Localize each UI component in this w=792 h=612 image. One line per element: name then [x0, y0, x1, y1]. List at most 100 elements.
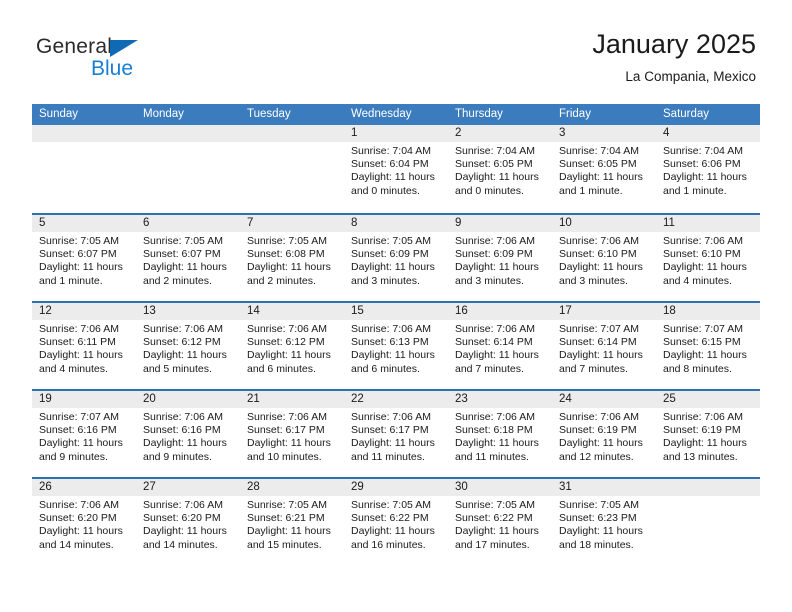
calendar-day-cell[interactable]: 30 Sunrise: 7:05 AM Sunset: 6:22 PM Dayligh…: [448, 479, 552, 565]
sunrise-text: Sunrise: 7:05 AM: [39, 235, 119, 247]
sunrise-text: Sunrise: 7:06 AM: [559, 411, 639, 423]
weekday-header-saturday: Saturday: [663, 108, 710, 120]
sunset-text: Sunset: 6:11 PM: [39, 336, 116, 349]
calendar-day-cell[interactable]: 19 Sunrise: 7:07 AM Sunset: 6:16 PM Dayligh…: [32, 391, 136, 477]
sunrise-text: Sunrise: 7:06 AM: [143, 323, 223, 335]
sunset-text: Sunset: 6:09 PM: [351, 248, 429, 261]
daylight-text-line1: Daylight: 11 hours: [559, 349, 643, 362]
calendar-day-cell[interactable]: 27 Sunrise: 7:06 AM Sunset: 6:20 PM Dayligh…: [136, 479, 240, 565]
day-details: Sunrise: 7:06 AM Sunset: 6:14 PM Daylight:…: [448, 320, 552, 376]
calendar-day-cell-empty: [136, 125, 240, 213]
day-number: 22: [344, 391, 448, 408]
calendar-day-cell[interactable]: 24 Sunrise: 7:06 AM Sunset: 6:19 PM Dayligh…: [552, 391, 656, 477]
calendar-day-cell[interactable]: 16 Sunrise: 7:06 AM Sunset: 6:14 PM Dayligh…: [448, 303, 552, 389]
calendar-day-cell[interactable]: 31 Sunrise: 7:05 AM Sunset: 6:23 PM Dayligh…: [552, 479, 656, 565]
day-details: Sunrise: 7:04 AM Sunset: 6:05 PM Daylight:…: [448, 142, 552, 198]
triangle-icon: [110, 40, 138, 57]
daylight-text-line2: and 3 minutes.: [559, 274, 628, 287]
calendar-day-cell[interactable]: 23 Sunrise: 7:06 AM Sunset: 6:18 PM Dayligh…: [448, 391, 552, 477]
daylight-text-line1: Daylight: 11 hours: [455, 437, 539, 450]
daylight-text-line2: and 14 minutes.: [143, 538, 218, 551]
weekday-header-row: Sunday Monday Tuesday Wednesday Thursday…: [32, 104, 760, 125]
sunrise-text: Sunrise: 7:06 AM: [247, 411, 327, 423]
sunrise-text: Sunrise: 7:06 AM: [247, 323, 327, 335]
calendar-day-cell[interactable]: 14 Sunrise: 7:06 AM Sunset: 6:12 PM Dayligh…: [240, 303, 344, 389]
day-details: Sunrise: 7:05 AM Sunset: 6:21 PM Daylight:…: [240, 496, 344, 552]
day-details: Sunrise: 7:05 AM Sunset: 6:07 PM Daylight:…: [32, 232, 136, 288]
daylight-text-line1: Daylight: 11 hours: [559, 525, 643, 538]
calendar-day-cell[interactable]: 25 Sunrise: 7:06 AM Sunset: 6:19 PM Dayligh…: [656, 391, 760, 477]
day-number: [240, 125, 344, 142]
daylight-text-line1: Daylight: 11 hours: [559, 171, 643, 184]
daylight-text-line2: and 18 minutes.: [559, 538, 634, 551]
calendar-day-cell[interactable]: 13 Sunrise: 7:06 AM Sunset: 6:12 PM Dayligh…: [136, 303, 240, 389]
calendar-day-cell[interactable]: 12 Sunrise: 7:06 AM Sunset: 6:11 PM Dayligh…: [32, 303, 136, 389]
calendar-day-cell[interactable]: 8 Sunrise: 7:05 AM Sunset: 6:09 PM Daylight…: [344, 215, 448, 301]
day-number: 26: [32, 479, 136, 496]
daylight-text-line1: Daylight: 11 hours: [455, 171, 539, 184]
sunset-text: Sunset: 6:16 PM: [143, 424, 221, 437]
calendar-week-row: 26 Sunrise: 7:06 AM Sunset: 6:20 PM Dayligh…: [32, 477, 760, 565]
day-number: 5: [32, 215, 136, 232]
calendar-day-cell[interactable]: 5 Sunrise: 7:05 AM Sunset: 6:07 PM Daylight…: [32, 215, 136, 301]
day-number: 13: [136, 303, 240, 320]
brand-name-blue: Blue: [91, 57, 134, 80]
calendar-day-cell[interactable]: 11 Sunrise: 7:06 AM Sunset: 6:10 PM Dayligh…: [656, 215, 760, 301]
day-details: Sunrise: 7:05 AM Sunset: 6:07 PM Daylight:…: [136, 232, 240, 288]
day-number: 31: [552, 479, 656, 496]
sunrise-text: Sunrise: 7:06 AM: [351, 323, 431, 335]
daylight-text-line2: and 14 minutes.: [39, 538, 114, 551]
calendar-day-cell[interactable]: 10 Sunrise: 7:06 AM Sunset: 6:10 PM Dayligh…: [552, 215, 656, 301]
calendar-day-cell[interactable]: 20 Sunrise: 7:06 AM Sunset: 6:16 PM Dayligh…: [136, 391, 240, 477]
calendar-day-cell[interactable]: 26 Sunrise: 7:06 AM Sunset: 6:20 PM Dayligh…: [32, 479, 136, 565]
calendar-day-cell[interactable]: 6 Sunrise: 7:05 AM Sunset: 6:07 PM Daylight…: [136, 215, 240, 301]
calendar-day-cell[interactable]: 1 Sunrise: 7:04 AM Sunset: 6:04 PM Daylight…: [344, 125, 448, 213]
daylight-text-line2: and 1 minute.: [559, 184, 623, 197]
sunset-text: Sunset: 6:22 PM: [351, 512, 429, 525]
day-number: 18: [656, 303, 760, 320]
day-number: 24: [552, 391, 656, 408]
calendar-day-cell[interactable]: 17 Sunrise: 7:07 AM Sunset: 6:14 PM Dayligh…: [552, 303, 656, 389]
sunset-text: Sunset: 6:17 PM: [247, 424, 325, 437]
calendar-day-cell[interactable]: 3 Sunrise: 7:04 AM Sunset: 6:05 PM Daylight…: [552, 125, 656, 213]
day-details: Sunrise: 7:07 AM Sunset: 6:15 PM Daylight:…: [656, 320, 760, 376]
calendar-day-cell[interactable]: 9 Sunrise: 7:06 AM Sunset: 6:09 PM Daylight…: [448, 215, 552, 301]
calendar-day-cell[interactable]: 22 Sunrise: 7:06 AM Sunset: 6:17 PM Dayligh…: [344, 391, 448, 477]
day-number: 2: [448, 125, 552, 142]
daylight-text-line2: and 4 minutes.: [39, 362, 108, 375]
day-number: 29: [344, 479, 448, 496]
daylight-text-line2: and 3 minutes.: [351, 274, 420, 287]
page-subtitle-location: La Compania, Mexico: [625, 69, 756, 84]
calendar-day-cell[interactable]: 2 Sunrise: 7:04 AM Sunset: 6:05 PM Daylight…: [448, 125, 552, 213]
weekday-header-monday: Monday: [143, 108, 184, 120]
calendar-day-cell[interactable]: 18 Sunrise: 7:07 AM Sunset: 6:15 PM Dayligh…: [656, 303, 760, 389]
daylight-text-line1: Daylight: 11 hours: [39, 349, 123, 362]
day-details: Sunrise: 7:06 AM Sunset: 6:19 PM Daylight:…: [552, 408, 656, 464]
day-number: 15: [344, 303, 448, 320]
brand-name-general: General: [36, 35, 113, 58]
calendar-day-cell[interactable]: 7 Sunrise: 7:05 AM Sunset: 6:08 PM Daylight…: [240, 215, 344, 301]
day-details: Sunrise: 7:06 AM Sunset: 6:13 PM Daylight:…: [344, 320, 448, 376]
weekday-header-thursday: Thursday: [455, 108, 503, 120]
calendar-day-cell[interactable]: 28 Sunrise: 7:05 AM Sunset: 6:21 PM Dayligh…: [240, 479, 344, 565]
sunrise-text: Sunrise: 7:06 AM: [455, 235, 535, 247]
sunset-text: Sunset: 6:08 PM: [247, 248, 325, 261]
calendar-day-cell[interactable]: 29 Sunrise: 7:05 AM Sunset: 6:22 PM Dayligh…: [344, 479, 448, 565]
daylight-text-line2: and 0 minutes.: [351, 184, 420, 197]
day-number: 12: [32, 303, 136, 320]
day-number: [32, 125, 136, 142]
calendar-week-row: 12 Sunrise: 7:06 AM Sunset: 6:11 PM Dayligh…: [32, 301, 760, 389]
calendar-day-cell[interactable]: 15 Sunrise: 7:06 AM Sunset: 6:13 PM Dayligh…: [344, 303, 448, 389]
daylight-text-line2: and 11 minutes.: [455, 450, 529, 463]
weekday-header-tuesday: Tuesday: [247, 108, 291, 120]
daylight-text-line1: Daylight: 11 hours: [559, 437, 643, 450]
calendar-day-cell[interactable]: 4 Sunrise: 7:04 AM Sunset: 6:06 PM Daylight…: [656, 125, 760, 213]
sunset-text: Sunset: 6:23 PM: [559, 512, 637, 525]
daylight-text-line2: and 6 minutes.: [247, 362, 316, 375]
daylight-text-line2: and 0 minutes.: [455, 184, 524, 197]
day-number: 11: [656, 215, 760, 232]
calendar-day-cell[interactable]: 21 Sunrise: 7:06 AM Sunset: 6:17 PM Dayligh…: [240, 391, 344, 477]
day-number: 28: [240, 479, 344, 496]
calendar-week-row: 5 Sunrise: 7:05 AM Sunset: 6:07 PM Daylight…: [32, 213, 760, 301]
general-blue-logo[interactable]: General Blue: [36, 36, 256, 92]
